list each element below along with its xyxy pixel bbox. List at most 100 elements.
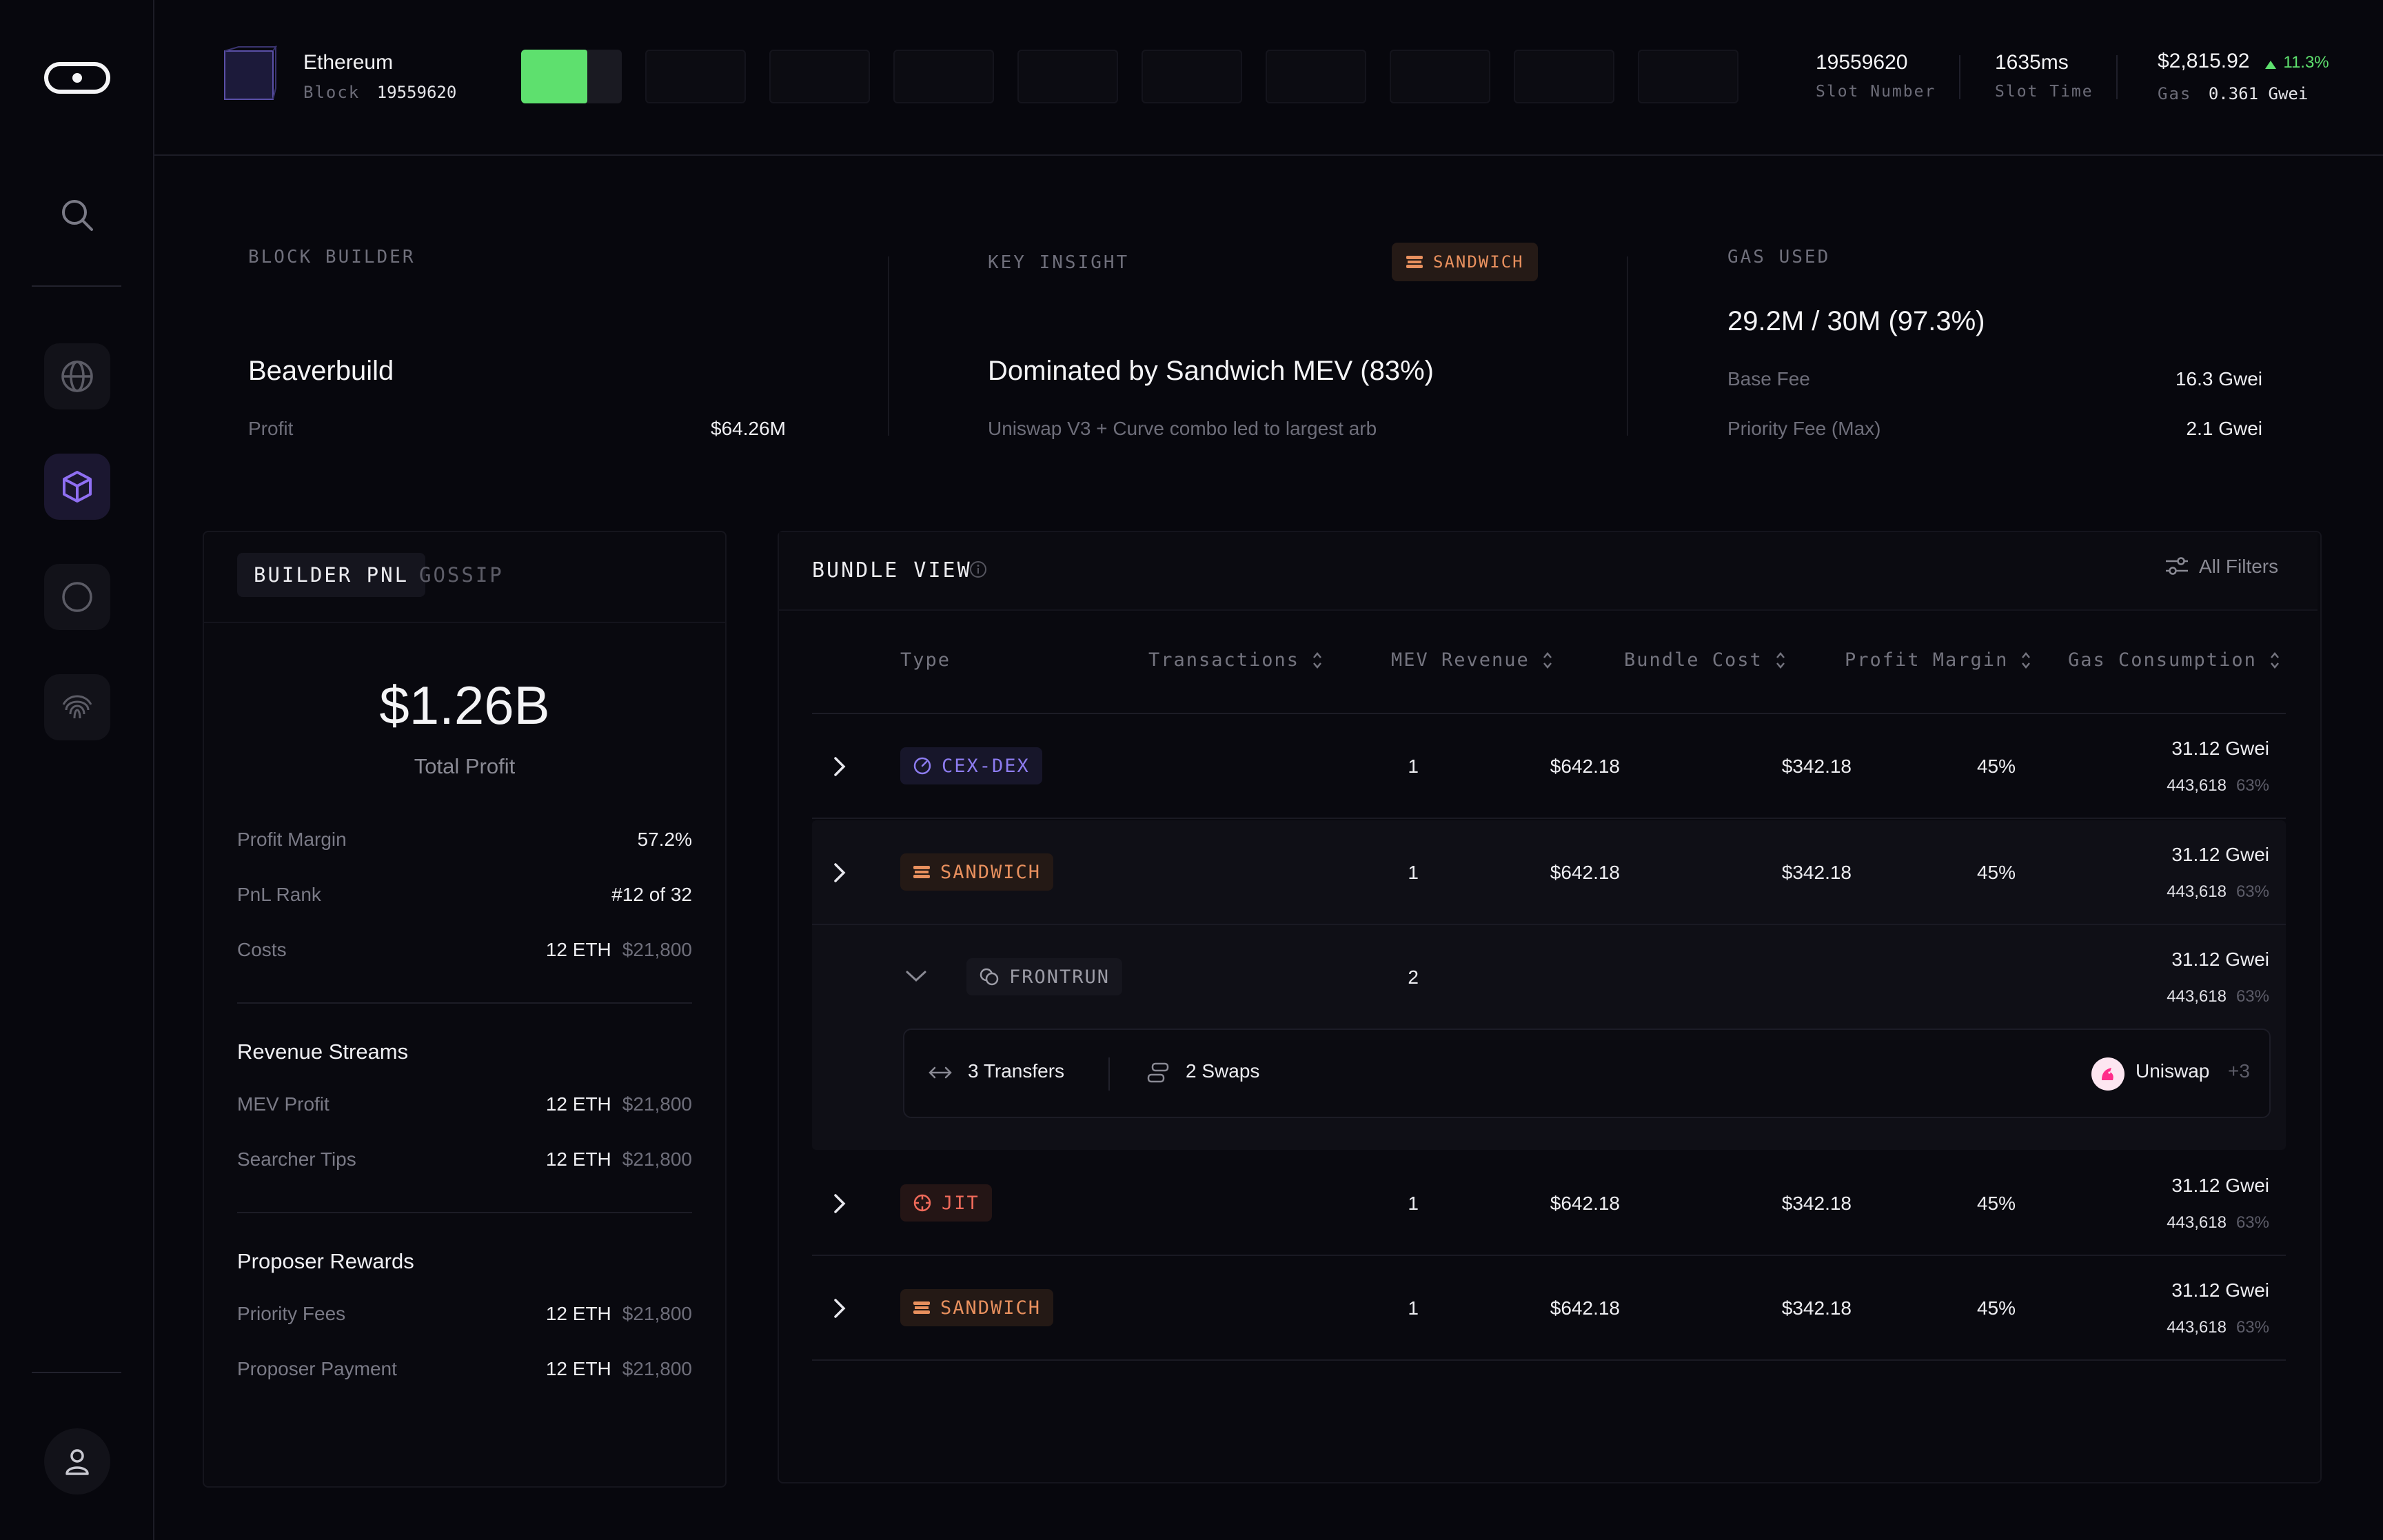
key-insight-card: KEY INSIGHT SANDWICH Dominated by Sandwi… (988, 241, 1538, 448)
slot-time-stat: 1635ms Slot Time (1995, 51, 2093, 101)
priority-fees-value: 12 ETH $21,800 (546, 1303, 692, 1325)
user-icon (65, 1449, 89, 1475)
column-transactions-label: Transactions (1148, 649, 1300, 671)
block-slot[interactable] (645, 50, 746, 103)
gas-units-cell: 443,618 63% (2167, 987, 2269, 1006)
table-row[interactable]: SANDWICH 1 $642.18 $342.18 45% 31.12 Gwe… (812, 820, 2286, 925)
column-profit-margin[interactable]: Profit Margin (1845, 649, 2031, 671)
transfers-count[interactable]: 3 Transfers (968, 1060, 1064, 1082)
insight-sandwich-badge[interactable]: SANDWICH (1392, 243, 1538, 281)
table-row[interactable]: JIT 1 $642.18 $342.18 45% 31.12 Gwei 443… (812, 1151, 2286, 1256)
column-type[interactable]: Type (900, 649, 951, 671)
block-slot[interactable] (1514, 50, 1614, 103)
nav-blocks-button[interactable] (44, 454, 110, 520)
protocol-more[interactable]: +3 (2228, 1060, 2250, 1082)
block-slot[interactable] (1638, 50, 1738, 103)
sandwich-icon (913, 866, 930, 878)
protocol-name[interactable]: Uniswap (2136, 1060, 2209, 1082)
tabs-divider (204, 622, 725, 623)
uniswap-logo (2091, 1057, 2125, 1091)
gas-units-cell: 443,618 63% (2167, 776, 2269, 796)
top-bar: Ethereum Block 19559620 19559620 Slot Nu… (153, 0, 2383, 156)
mev-profit-label: MEV Profit (237, 1093, 329, 1115)
user-account-button[interactable] (44, 1428, 110, 1495)
gas-pct: 63% (2235, 987, 2269, 1006)
priority-fee-value: 2.1 Gwei (2186, 418, 2263, 439)
fingerprint-icon (62, 695, 92, 719)
bundle-view-header (779, 532, 2318, 611)
column-type-label: Type (900, 649, 951, 671)
column-mev-revenue-label: MEV Revenue (1391, 649, 1530, 671)
chevron-right-icon[interactable] (831, 756, 848, 778)
block-slot[interactable] (1017, 50, 1118, 103)
block-slot[interactable] (1266, 50, 1366, 103)
chevron-right-icon[interactable] (831, 1297, 848, 1319)
chevron-right-icon[interactable] (831, 862, 848, 884)
info-icon[interactable] (969, 560, 988, 579)
bundle-cost-cell: $342.18 (1781, 756, 1852, 777)
proposer-payment-eth: 12 ETH (545, 1358, 611, 1379)
search-icon[interactable] (59, 197, 95, 233)
block-builder-label: BLOCK BUILDER (248, 247, 416, 267)
block-label: Block (303, 83, 361, 102)
priority-fees-eth: 12 ETH (545, 1303, 611, 1324)
transactions-cell: 1 (1408, 862, 1419, 883)
gas-price-stat: Gas 0.361 Gwei (2158, 84, 2308, 103)
transactions-cell: 1 (1408, 1297, 1419, 1319)
profit-margin-cell: 45% (1976, 1193, 2016, 1214)
globe-icon (61, 361, 93, 392)
gas-gwei-cell: 31.12 Gwei (2171, 949, 2269, 970)
logo-icon[interactable] (44, 62, 110, 94)
mev-profit-value: 12 ETH $21,800 (546, 1093, 692, 1115)
chevron-down-icon[interactable] (904, 968, 928, 984)
nav-circle-button[interactable] (44, 564, 110, 630)
type-badge-sandwich: SANDWICH (900, 853, 1054, 891)
chain-name: Ethereum (303, 51, 393, 74)
nav-fingerprint-button[interactable] (44, 674, 110, 740)
section-divider (237, 1212, 692, 1213)
nav-globe-button[interactable] (44, 343, 110, 409)
searcher-tips-label: Searcher Tips (237, 1148, 356, 1170)
all-filters-button[interactable]: All Filters (2164, 556, 2278, 578)
builder-pnl-panel: BUILDER PNL GOSSIP $1.26B Total Profit P… (203, 531, 727, 1488)
gas-units-cell: 443,618 63% (2167, 882, 2269, 902)
gas-units: 443,618 (2167, 882, 2227, 901)
bundle-cost-cell: $342.18 (1781, 862, 1852, 883)
block-slot[interactable] (769, 50, 870, 103)
proposer-payment-label: Proposer Payment (237, 1358, 397, 1379)
block-slot[interactable] (893, 50, 994, 103)
type-label: FRONTRUN (1009, 966, 1111, 988)
all-filters-label: All Filters (2199, 556, 2279, 577)
gas-units: 443,618 (2167, 776, 2227, 795)
block-number: 19559620 (376, 83, 457, 102)
type-badge-frontrun: FRONTRUN (966, 958, 1123, 995)
sidebar-divider (32, 1372, 121, 1373)
priority-fee-label: Priority Fee (Max) (1727, 418, 1881, 439)
searcher-tips-usd: $21,800 (622, 1148, 692, 1170)
sub-row-frontrun[interactable]: FRONTRUN 2 31.12 Gwei 443,618 63% (812, 925, 2286, 1029)
block-slot[interactable] (1390, 50, 1490, 103)
unicorn-icon (2102, 1068, 2113, 1080)
tab-gossip[interactable]: GOSSIP (403, 553, 520, 597)
transactions-cell: 2 (1408, 966, 1419, 988)
column-bundle-cost[interactable]: Bundle Cost (1624, 649, 1786, 671)
block-info: Block 19559620 (303, 83, 456, 102)
sort-icon (1313, 651, 1322, 669)
column-mev-revenue[interactable]: MEV Revenue (1391, 649, 1553, 671)
table-row[interactable]: CEX-DEX 1 $642.18 $342.18 45% 31.12 Gwei… (812, 714, 2286, 819)
mev-revenue-cell: $642.18 (1550, 862, 1620, 883)
current-slot[interactable] (521, 50, 622, 103)
table-row[interactable]: SANDWICH 1 $642.18 $342.18 45% 31.12 Gwe… (812, 1256, 2286, 1361)
gas-value: 0.361 Gwei (2208, 84, 2309, 103)
tab-builder-pnl[interactable]: BUILDER PNL (237, 553, 426, 597)
column-gas-consumption[interactable]: Gas Consumption (2068, 649, 2280, 671)
type-label: SANDWICH (940, 861, 1042, 883)
chevron-right-icon[interactable] (831, 1193, 848, 1215)
block-slot[interactable] (1142, 50, 1242, 103)
header-divider (2116, 55, 2118, 99)
sort-icon (1776, 651, 1785, 669)
column-transactions[interactable]: Transactions (1148, 649, 1323, 671)
swaps-count[interactable]: 2 Swaps (1186, 1060, 1259, 1082)
block-cube-icon (219, 44, 278, 105)
pnl-rank-label: PnL Rank (237, 884, 321, 905)
